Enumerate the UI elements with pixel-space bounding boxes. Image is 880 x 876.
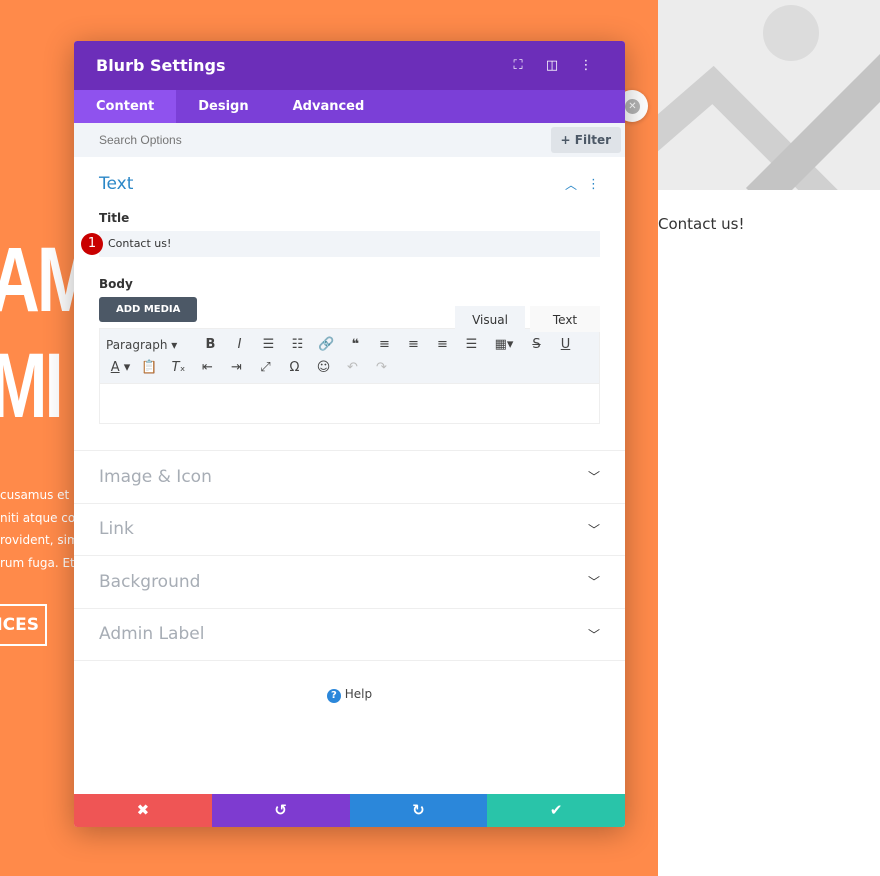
tab-content[interactable]: Content <box>74 90 177 123</box>
editor-tab-text[interactable]: Text <box>530 306 600 332</box>
underline-icon[interactable]: U <box>551 337 580 352</box>
blurb-title: Contact us! <box>658 215 745 233</box>
chevron-down-icon: ﹀ <box>587 522 600 537</box>
blockquote-icon[interactable]: ❝ <box>341 337 370 352</box>
justify-icon[interactable]: ☰ <box>457 337 486 352</box>
outdent-icon[interactable]: ⇤ <box>193 360 222 375</box>
chevron-down-icon: ﹀ <box>587 470 600 485</box>
emoji-icon[interactable]: ☺ <box>309 360 338 375</box>
image-placeholder-icon <box>658 0 880 190</box>
bold-icon[interactable]: B <box>196 337 225 352</box>
filter-label: Filter <box>574 133 611 147</box>
modal-header: Blurb Settings ⛶ ◫ ⋮ <box>74 41 625 90</box>
close-icon: ✕ <box>625 99 640 114</box>
align-left-icon[interactable]: ≡ <box>370 337 399 352</box>
format-select[interactable]: Paragraph ▾ <box>106 338 196 352</box>
italic-icon[interactable]: I <box>225 337 254 352</box>
undo-button[interactable]: ↺ <box>211 794 350 827</box>
section-title: Link <box>99 519 134 540</box>
fullscreen-editor-icon[interactable]: ⤢ <box>251 360 280 375</box>
chevron-up-icon[interactable]: ︿ <box>565 176 577 193</box>
services-button[interactable]: ICES <box>0 604 47 646</box>
chevron-down-icon: ﹀ <box>587 575 600 590</box>
split-view-icon[interactable]: ◫ <box>535 58 569 73</box>
undo-icon[interactable]: ↶ <box>338 360 367 375</box>
fullscreen-icon[interactable]: ⛶ <box>501 58 535 73</box>
editor-tab-visual[interactable]: Visual <box>455 306 525 332</box>
modal-footer: ✖ ↺ ↻ ✔ <box>74 794 625 827</box>
strikethrough-icon[interactable]: S <box>522 337 551 352</box>
section-image-icon[interactable]: Image & Icon ﹀ <box>74 450 625 503</box>
align-center-icon[interactable]: ≡ <box>399 337 428 352</box>
section-background[interactable]: Background ﹀ <box>74 555 625 608</box>
filter-button[interactable]: + Filter <box>550 127 621 153</box>
step-badge: 1 <box>81 233 103 255</box>
section-link[interactable]: Link ﹀ <box>74 502 625 556</box>
title-value: Contact us! <box>108 237 172 250</box>
title-label: Title <box>99 211 130 225</box>
cancel-button[interactable]: ✖ <box>74 794 212 827</box>
section-title: Admin Label <box>99 624 205 645</box>
indent-icon[interactable]: ⇥ <box>222 360 251 375</box>
blurb-preview: Contact us! <box>658 0 880 876</box>
table-icon[interactable]: ▦▾ <box>486 337 522 352</box>
paste-text-icon[interactable]: 📋 <box>135 360 164 375</box>
headline-line: MI <box>0 335 64 437</box>
save-button[interactable]: ✔ <box>487 794 625 827</box>
editor-toolbar: Paragraph ▾ B I ☰ ☷ 🔗 ❝ ≡ ≡ ≡ ☰ ▦▾ S U A… <box>99 328 600 384</box>
search-input[interactable] <box>99 133 551 147</box>
title-input[interactable]: 1 Contact us! <box>81 231 600 257</box>
omega-icon[interactable]: Ω <box>280 360 309 375</box>
blurb-settings-modal: Blurb Settings ⛶ ◫ ⋮ Content Design Adva… <box>74 41 625 827</box>
help-label: Help <box>344 687 373 701</box>
add-media-button[interactable]: ADD MEDIA <box>99 297 198 322</box>
modal-title: Blurb Settings <box>96 56 226 75</box>
link-icon[interactable]: 🔗 <box>312 337 341 352</box>
numbered-list-icon[interactable]: ☷ <box>283 337 312 352</box>
align-right-icon[interactable]: ≡ <box>428 337 457 352</box>
section-title[interactable]: Text <box>99 174 565 194</box>
modal-tabs: Content Design Advanced <box>74 90 625 123</box>
tab-advanced[interactable]: Advanced <box>271 90 387 123</box>
format-value: Paragraph <box>106 337 168 352</box>
chevron-down-icon: ﹀ <box>587 627 600 642</box>
search-bar: + Filter <box>74 123 625 157</box>
tab-design[interactable]: Design <box>176 90 270 123</box>
section-menu-icon[interactable]: ⋮ <box>587 177 600 192</box>
redo-button[interactable]: ↻ <box>349 794 488 827</box>
help-icon: ? <box>326 689 341 703</box>
bullet-list-icon[interactable]: ☰ <box>254 337 283 352</box>
text-color-icon[interactable]: A ▾ <box>106 360 135 375</box>
section-admin-label[interactable]: Admin Label ﹀ <box>74 607 625 661</box>
more-options-icon[interactable]: ⋮ <box>569 58 603 73</box>
redo-icon[interactable]: ↷ <box>367 360 396 375</box>
help-link[interactable]: ? Help <box>74 687 625 703</box>
text-section: Text ︿ ⋮ Title 1 Contact us! Body ADD ME… <box>74 157 625 424</box>
body-label: Body <box>99 277 133 291</box>
clear-format-icon[interactable]: Tₓ <box>164 360 193 375</box>
body-editor[interactable] <box>99 384 600 424</box>
section-title: Background <box>99 571 201 592</box>
section-title: Image & Icon <box>99 466 212 487</box>
